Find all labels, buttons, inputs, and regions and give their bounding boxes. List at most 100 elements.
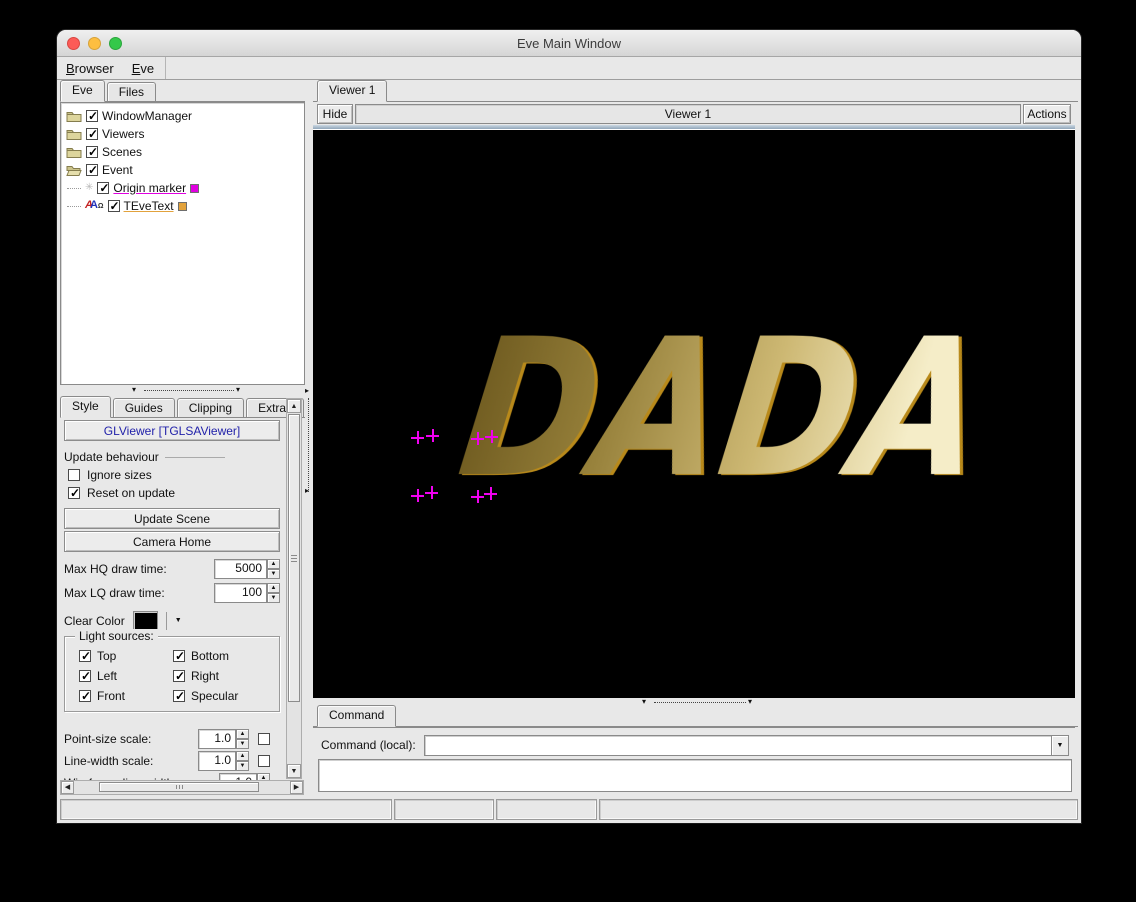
point-size-checkbox[interactable] bbox=[258, 733, 270, 745]
point-size-spinbox[interactable]: 1.0 ▲▼ bbox=[198, 729, 249, 749]
tree-item-label[interactable]: Scenes bbox=[102, 145, 142, 159]
checkbox[interactable] bbox=[173, 650, 185, 662]
checkbox[interactable] bbox=[79, 650, 91, 662]
spin-up-icon[interactable]: ▲ bbox=[267, 559, 280, 569]
spin-down-icon[interactable]: ▼ bbox=[267, 569, 280, 579]
light-right[interactable]: Right bbox=[173, 669, 219, 683]
clear-color-swatch[interactable] bbox=[133, 611, 158, 631]
tree-item-label[interactable]: TEveText bbox=[124, 199, 174, 213]
tab-command[interactable]: Command bbox=[317, 705, 396, 727]
window-title: Eve Main Window bbox=[57, 36, 1081, 51]
closed-folder-icon bbox=[66, 110, 82, 122]
checkbox[interactable] bbox=[173, 670, 185, 682]
tree-item-label[interactable]: Viewers bbox=[102, 127, 144, 141]
light-front[interactable]: Front bbox=[79, 689, 125, 703]
viewer-title-bar[interactable]: Viewer 1 bbox=[355, 104, 1021, 124]
tab-clipping[interactable]: Clipping bbox=[177, 398, 244, 417]
spin-down-icon[interactable]: ▼ bbox=[267, 593, 280, 603]
max-hq-spinbox[interactable]: 5000 ▲▼ bbox=[214, 559, 280, 579]
light-bottom[interactable]: Bottom bbox=[173, 649, 229, 663]
checkbox[interactable] bbox=[68, 469, 80, 481]
viewer-frame: Hide Viewer 1 Actions DADA bbox=[313, 101, 1075, 697]
spin-up-icon[interactable]: ▲ bbox=[236, 729, 249, 739]
hide-button[interactable]: Hide bbox=[317, 104, 353, 124]
ignore-sizes-checkbox[interactable]: Ignore sizes bbox=[68, 468, 152, 482]
menu-browser[interactable]: Browser bbox=[57, 57, 123, 79]
eve-tree[interactable]: WindowManager Viewers Scenes Event ✳ Ori… bbox=[60, 102, 305, 385]
tab-files[interactable]: Files bbox=[107, 82, 156, 101]
spin-down-icon[interactable]: ▼ bbox=[236, 739, 249, 749]
reset-on-update-checkbox[interactable]: Reset on update bbox=[68, 486, 175, 500]
tree-item-origin-marker[interactable]: ✳ Origin marker bbox=[61, 179, 304, 197]
checkbox[interactable] bbox=[79, 690, 91, 702]
tab-eve[interactable]: Eve bbox=[60, 80, 105, 102]
tab-viewer-1[interactable]: Viewer 1 bbox=[317, 80, 387, 102]
plus-marker bbox=[411, 489, 424, 502]
tab-guides[interactable]: Guides bbox=[113, 398, 175, 417]
tree-item-label[interactable]: WindowManager bbox=[102, 109, 192, 123]
command-output[interactable] bbox=[318, 759, 1072, 792]
glviewer-title-button[interactable]: GLViewer [TGLSAViewer] bbox=[64, 420, 280, 441]
editor-vertical-scrollbar[interactable]: ▲ ▼ bbox=[286, 398, 302, 779]
eve-main-window: Eve Main Window Browser Eve Eve Files Wi… bbox=[57, 30, 1081, 823]
titlebar[interactable]: Eve Main Window bbox=[57, 30, 1081, 57]
splitter-arrow-right-icon: ▸ bbox=[305, 386, 309, 395]
tree-item-event[interactable]: Event bbox=[61, 161, 304, 179]
left-horizontal-splitter[interactable]: ▾ ▾ bbox=[60, 385, 305, 396]
tree-item-viewers[interactable]: Viewers bbox=[61, 125, 304, 143]
wireframe-spinbox[interactable]: 1.0 ▲▼ bbox=[219, 773, 270, 780]
line-width-checkbox[interactable] bbox=[258, 755, 270, 767]
scrollbar-thumb[interactable] bbox=[99, 782, 259, 792]
spin-down-icon[interactable]: ▼ bbox=[236, 761, 249, 771]
command-combobox[interactable]: ▼ bbox=[424, 735, 1069, 756]
color-dropdown-arrow-icon[interactable]: ▼ bbox=[175, 617, 182, 624]
tab-style[interactable]: Style bbox=[60, 396, 111, 418]
command-input[interactable] bbox=[425, 736, 1051, 755]
spin-up-icon[interactable]: ▲ bbox=[257, 773, 270, 780]
light-top[interactable]: Top bbox=[79, 649, 116, 663]
checkbox[interactable] bbox=[86, 128, 98, 140]
checkbox[interactable] bbox=[86, 164, 98, 176]
tree-item-tevetext[interactable]: AAΩ TEveText bbox=[61, 197, 304, 215]
light-specular[interactable]: Specular bbox=[173, 689, 238, 703]
combo-dropdown-icon[interactable]: ▼ bbox=[1051, 736, 1068, 755]
scroll-right-icon[interactable]: ▶ bbox=[290, 781, 303, 794]
actions-button[interactable]: Actions bbox=[1023, 104, 1071, 124]
status-cell bbox=[599, 799, 1078, 820]
checkbox[interactable] bbox=[173, 690, 185, 702]
color-swatch[interactable] bbox=[178, 202, 187, 211]
status-cell bbox=[60, 799, 392, 820]
checkbox[interactable] bbox=[79, 670, 91, 682]
scrollbar-thumb[interactable] bbox=[288, 414, 300, 702]
checkbox[interactable] bbox=[86, 146, 98, 158]
checkbox[interactable] bbox=[68, 487, 80, 499]
text-icon: AAΩ bbox=[85, 200, 104, 212]
checkbox[interactable] bbox=[86, 110, 98, 122]
scroll-down-icon[interactable]: ▼ bbox=[287, 764, 301, 778]
status-cell bbox=[496, 799, 597, 820]
line-width-spinbox[interactable]: 1.0 ▲▼ bbox=[198, 751, 249, 771]
light-left[interactable]: Left bbox=[79, 669, 117, 683]
main-vertical-splitter[interactable]: ▸ ▸ bbox=[305, 80, 313, 798]
plus-marker bbox=[484, 487, 497, 500]
scroll-up-icon[interactable]: ▲ bbox=[287, 399, 301, 413]
tree-item-label[interactable]: Event bbox=[102, 163, 133, 177]
spin-up-icon[interactable]: ▲ bbox=[236, 751, 249, 761]
tree-item-label[interactable]: Origin marker bbox=[113, 181, 186, 195]
menu-eve[interactable]: Eve bbox=[123, 57, 163, 79]
tree-item-windowmanager[interactable]: WindowManager bbox=[61, 107, 304, 125]
tree-item-scenes[interactable]: Scenes bbox=[61, 143, 304, 161]
max-lq-spinbox[interactable]: 100 ▲▼ bbox=[214, 583, 280, 603]
closed-folder-icon bbox=[66, 128, 82, 140]
update-behaviour-group-label: Update behaviour bbox=[64, 450, 280, 464]
gl-viewport[interactable]: DADA bbox=[313, 130, 1075, 698]
camera-home-button[interactable]: Camera Home bbox=[64, 531, 280, 552]
scroll-left-icon[interactable]: ◀ bbox=[61, 781, 74, 794]
editor-horizontal-scrollbar[interactable]: ◀ ▶ bbox=[60, 780, 304, 795]
spin-up-icon[interactable]: ▲ bbox=[267, 583, 280, 593]
checkbox[interactable] bbox=[108, 200, 120, 212]
splitter-arrow-right-icon: ▸ bbox=[305, 486, 309, 495]
update-scene-button[interactable]: Update Scene bbox=[64, 508, 280, 529]
checkbox[interactable] bbox=[97, 182, 109, 194]
color-swatch[interactable] bbox=[190, 184, 199, 193]
